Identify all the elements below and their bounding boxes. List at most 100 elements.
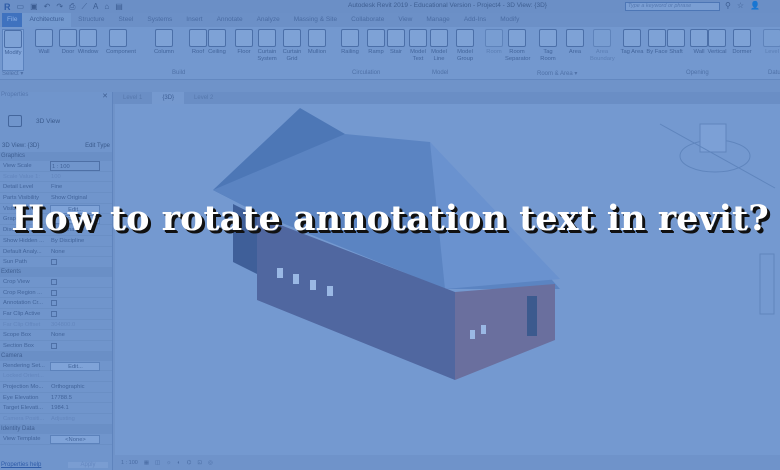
area-button[interactable]: Area [563, 29, 587, 56]
tag-area-button[interactable]: Tag Area [620, 29, 644, 56]
checkbox[interactable] [51, 278, 57, 285]
close-icon[interactable]: ✕ [102, 92, 108, 100]
3d-view-icon[interactable]: ⌂ [104, 2, 109, 12]
binoculars-icon[interactable]: ⚲ [725, 1, 731, 10]
level-button[interactable]: Level [760, 29, 780, 56]
section-identity-data[interactable]: Identity Data [0, 424, 112, 434]
property-value[interactable] [50, 298, 100, 308]
component-button[interactable]: Component [106, 29, 136, 56]
3d-viewport[interactable] [115, 104, 780, 455]
property-value[interactable]: Orthographic [50, 382, 100, 392]
modify-button[interactable]: Modify [2, 29, 24, 71]
visual-style-icon[interactable]: ◫ [155, 460, 160, 466]
curtain-system-button[interactable]: Curtain System [255, 29, 279, 63]
tab-add-ins[interactable]: Add-Ins [457, 13, 493, 27]
stair-button[interactable]: Stair [384, 29, 408, 56]
switch-windows-icon[interactable]: ▤ [115, 2, 123, 12]
room-separator-button[interactable]: Room Separator [505, 29, 530, 63]
detail-level-icon[interactable]: ▦ [144, 460, 149, 466]
undo-icon[interactable]: ↶ [44, 2, 51, 12]
property-value[interactable] [50, 309, 100, 319]
railing-button[interactable]: Railing [338, 29, 362, 56]
checkbox[interactable] [51, 343, 57, 349]
tab-manage[interactable]: Manage [419, 13, 457, 27]
redo-icon[interactable]: ↷ [56, 2, 63, 12]
property-value[interactable] [50, 288, 100, 298]
checkbox[interactable] [51, 310, 57, 317]
tab-massing-site[interactable]: Massing & Site [287, 13, 344, 27]
section-camera[interactable]: Camera [0, 351, 112, 361]
room-button[interactable]: Room [482, 29, 506, 56]
user-icon[interactable]: 👤 [750, 1, 760, 10]
tab-insert[interactable]: Insert [179, 13, 209, 27]
view-cube[interactable] [659, 123, 776, 189]
sun-path-icon[interactable]: ☼ [166, 460, 171, 466]
properties-help-link[interactable]: Properties help [1, 462, 41, 468]
property-value[interactable] [50, 257, 100, 267]
tab-analyze[interactable]: Analyze [250, 13, 287, 27]
column-button[interactable]: Column [152, 29, 176, 56]
navigation-bar[interactable] [759, 253, 775, 315]
property-value[interactable]: 100 [50, 172, 100, 182]
crop-icon[interactable]: ⊡ [197, 460, 202, 466]
apply-button[interactable]: Apply [68, 462, 108, 468]
property-value[interactable]: 1984.1 [50, 403, 100, 413]
hide-icon[interactable]: ◎ [208, 460, 213, 466]
revit-logo[interactable]: R [4, 2, 11, 12]
tab-collaborate[interactable]: Collaborate [344, 13, 391, 27]
property-value[interactable] [50, 277, 100, 287]
section-graphics[interactable]: Graphics [0, 152, 112, 161]
type-selector[interactable]: 3D View [0, 102, 112, 140]
instance-selector[interactable]: 3D View: {3D} [2, 140, 39, 152]
checkbox[interactable] [51, 300, 57, 307]
section-extents[interactable]: Extents [0, 267, 112, 277]
measure-icon[interactable]: ⟋ [81, 2, 87, 12]
tab-steel[interactable]: Steel [112, 13, 141, 27]
view-tab-1[interactable]: {3D} [152, 92, 185, 104]
model-line-button[interactable]: Model Line [427, 29, 451, 63]
checkbox[interactable] [51, 259, 57, 266]
vertical-button[interactable]: Vertical [705, 29, 729, 56]
property-value[interactable]: Adjusting [50, 414, 100, 424]
property-value[interactable]: 17788.5 [50, 393, 100, 403]
edit-type-button[interactable]: Edit Type [85, 140, 110, 152]
tab-file[interactable]: File [2, 13, 23, 27]
property-value[interactable] [50, 371, 100, 381]
model-group-button[interactable]: Model Group [453, 29, 477, 63]
shaft-button[interactable]: Shaft [664, 29, 688, 56]
property-value[interactable]: Edit... [50, 361, 100, 371]
mullion-button[interactable]: Mullion [305, 29, 329, 56]
property-value[interactable]: <None> [50, 434, 100, 444]
checkbox[interactable] [51, 289, 57, 296]
render-icon[interactable]: ⌬ [187, 460, 192, 466]
area-boundary-button[interactable]: Area Boundary [590, 29, 615, 63]
curtain-grid-button[interactable]: Curtain Grid [280, 29, 304, 63]
view-scale[interactable]: 1 : 100 [121, 460, 138, 466]
tab-modify[interactable]: Modify [493, 13, 526, 27]
tab-structure[interactable]: Structure [71, 13, 111, 27]
tag-room-button[interactable]: Tag Room [536, 29, 560, 63]
text-icon[interactable]: A [93, 2, 98, 12]
star-icon[interactable]: ☆ [737, 1, 744, 10]
view-tab-2[interactable]: Level 2 [184, 92, 223, 104]
property-value[interactable] [50, 341, 100, 351]
search-input[interactable]: Type a keyword or phrase [625, 2, 720, 11]
open-icon[interactable]: ▭ [17, 2, 25, 12]
property-value[interactable]: 304800.0 [50, 320, 100, 330]
property-value[interactable]: Fine [50, 182, 100, 192]
print-icon[interactable]: ⎙ [69, 2, 75, 12]
floor-button[interactable]: Floor [232, 29, 256, 56]
dormer-button[interactable]: Dormer [730, 29, 754, 56]
tab-architecture[interactable]: Architecture [22, 13, 72, 27]
ceiling-button[interactable]: Ceiling [205, 29, 229, 56]
shadows-icon[interactable]: ◐ [177, 460, 180, 466]
window-button[interactable]: Window [76, 29, 100, 56]
wall-button[interactable]: Wall [32, 29, 56, 56]
save-icon[interactable]: ▣ [30, 2, 38, 12]
property-value[interactable]: 1 : 100 [50, 161, 100, 171]
property-value[interactable]: None [50, 247, 100, 257]
tab-systems[interactable]: Systems [140, 13, 179, 27]
tab-view[interactable]: View [391, 13, 419, 27]
view-tab-0[interactable]: Level 1 [113, 92, 152, 104]
tab-annotate[interactable]: Annotate [210, 13, 250, 27]
